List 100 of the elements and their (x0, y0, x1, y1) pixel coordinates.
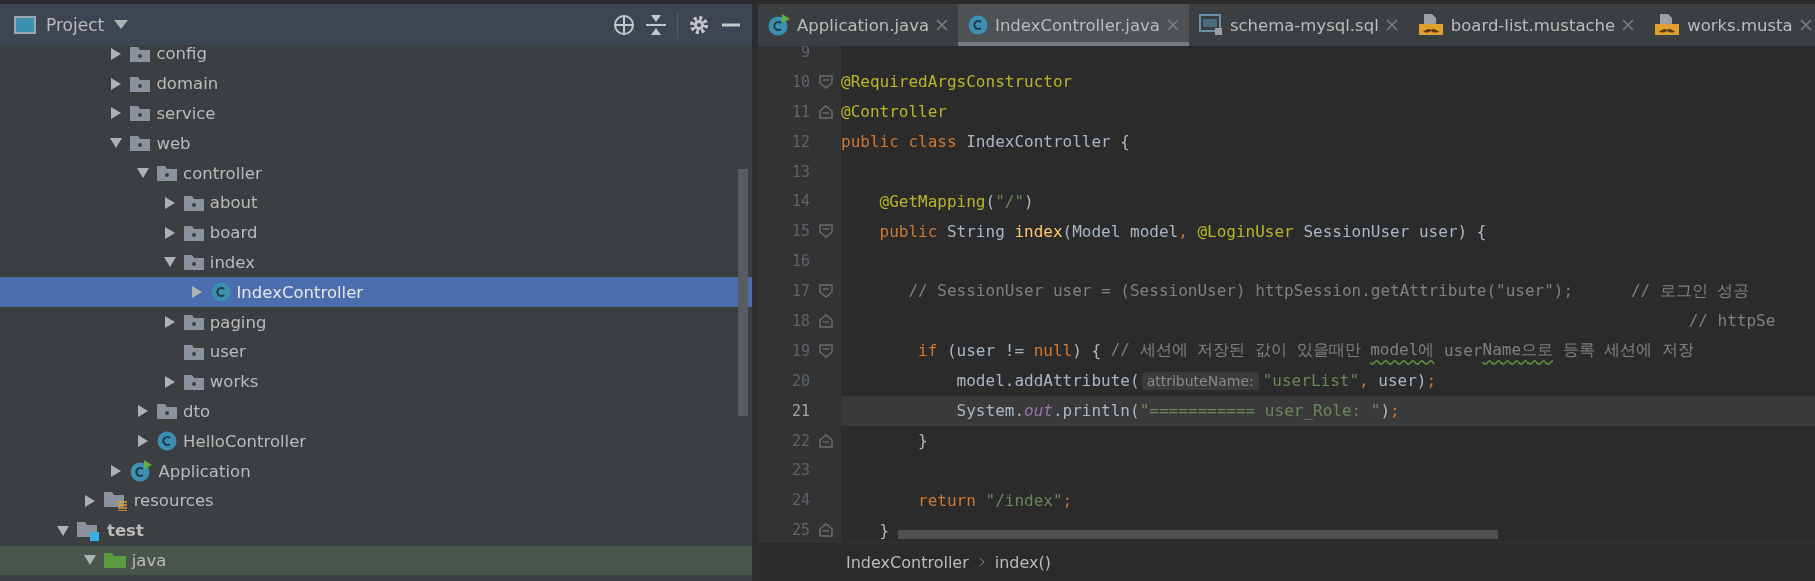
code-line: public class IndexController { (841, 131, 1130, 154)
class-icon (968, 15, 988, 35)
tree-item-label: resources (133, 491, 214, 511)
folder-icon (183, 194, 204, 211)
chevron-icon (978, 557, 985, 567)
expanded-arrow-icon[interactable] (109, 137, 124, 150)
class-icon (210, 282, 231, 303)
editor-tab[interactable]: IndexController.java (958, 4, 1189, 46)
tree-item[interactable]: paging (0, 307, 752, 337)
code-line: if (user != null) { // 세션에 저장된 값이 있을때만 model에 userName으로 등록 세션에 저장 (917, 339, 1694, 363)
expanded-arrow-icon[interactable] (136, 167, 151, 180)
locate-icon[interactable] (613, 13, 635, 36)
caret-icon[interactable] (114, 20, 129, 29)
expanded-arrow-icon[interactable] (56, 524, 70, 537)
folder-icon (103, 552, 126, 569)
folder-icon (130, 75, 151, 92)
tree-item-label: paging (209, 312, 267, 332)
breadcrumb[interactable]: index() (994, 552, 1051, 572)
tree-item[interactable]: IndexController (0, 277, 752, 308)
fold-marker-icon[interactable] (818, 104, 833, 119)
tree-item-label: web (156, 133, 191, 153)
tree-item-label: config (156, 45, 207, 64)
tree-item[interactable]: about (0, 188, 752, 218)
code-line: // httpSe (1687, 310, 1776, 333)
collapsed-arrow-icon[interactable] (110, 464, 123, 479)
folder-icon (130, 135, 151, 152)
tree-item[interactable]: resources (0, 485, 752, 516)
tree-item[interactable]: board (0, 217, 752, 248)
tree-item[interactable]: dto (0, 396, 752, 427)
collapsed-arrow-icon[interactable] (83, 493, 96, 508)
collapsed-arrow-icon[interactable] (163, 225, 176, 240)
collapsed-arrow-icon[interactable] (137, 404, 150, 419)
tree-item[interactable]: user (0, 336, 752, 367)
fold-marker-icon[interactable] (818, 284, 833, 299)
tree-item[interactable]: Application (0, 456, 752, 486)
fold-marker-icon[interactable] (818, 224, 833, 239)
module-folder-icon (77, 520, 101, 541)
window-icon (14, 15, 36, 34)
tree-item-label: service (156, 104, 216, 123)
tree-item[interactable]: index (0, 247, 752, 278)
collapsed-arrow-icon[interactable] (163, 374, 176, 389)
folder-icon (183, 224, 204, 241)
folder-icon (130, 45, 151, 62)
scrollbar-thumb[interactable] (738, 169, 748, 416)
code-line: @RequiredArgsConstructor (841, 71, 1073, 94)
collapsed-arrow-icon[interactable] (163, 195, 176, 210)
resources-folder-icon (103, 490, 128, 511)
tree-item-label: about (209, 193, 258, 213)
tree-item[interactable]: web (0, 128, 752, 159)
folder-icon (183, 343, 204, 360)
expanded-arrow-icon[interactable] (82, 554, 97, 567)
code-line: } (917, 430, 928, 452)
fold-marker-icon[interactable] (818, 313, 833, 328)
fold-marker-icon[interactable] (818, 74, 833, 89)
fold-marker-icon[interactable] (818, 433, 833, 448)
class-run-icon (768, 14, 790, 36)
folder-icon (183, 373, 204, 390)
tree-item-label: test (107, 521, 144, 541)
folder-icon (130, 105, 151, 122)
tree-item[interactable]: controller (0, 158, 752, 188)
tree-item-label: works (209, 372, 259, 392)
collapsed-arrow-icon[interactable] (110, 106, 123, 121)
folder-icon (157, 403, 178, 420)
collapse-all-icon[interactable] (645, 13, 667, 36)
collapsed-arrow-icon[interactable] (163, 315, 176, 330)
collapsed-arrow-icon[interactable] (110, 76, 123, 91)
tree-item-label: HelloController (183, 431, 307, 451)
panel-title: Project (46, 14, 105, 35)
mustache-file-icon (1654, 14, 1681, 36)
tree-item[interactable]: domain (0, 68, 752, 99)
tree-item[interactable]: works (0, 366, 752, 397)
tree-item-label: IndexController (236, 282, 364, 302)
collapsed-arrow-icon[interactable] (137, 434, 150, 449)
tree-item-label: domain (156, 74, 219, 94)
tree-item-label: Application (158, 461, 251, 481)
tree-item[interactable]: service (0, 98, 752, 129)
close-icon[interactable] (1622, 19, 1635, 31)
tree-item[interactable]: config (0, 45, 752, 69)
fold-marker-icon[interactable] (818, 343, 833, 358)
fold-marker-icon[interactable] (818, 523, 833, 538)
tree-item[interactable]: test (0, 515, 752, 546)
breadcrumb[interactable]: IndexController (846, 552, 969, 572)
collapsed-arrow-icon[interactable] (110, 46, 123, 61)
folder-icon (183, 314, 204, 331)
code-line: model.addAttribute( attributeName: "userList", user); (955, 370, 1437, 393)
close-icon[interactable] (1799, 19, 1812, 31)
class-icon (157, 431, 178, 452)
code-line: public String index(Model model, @LoginUser SessionUser user) { (878, 220, 1487, 243)
tree-item-label: dto (183, 401, 211, 421)
folder-icon (183, 254, 204, 271)
tree-item[interactable]: HelloController (0, 426, 752, 457)
expanded-arrow-icon[interactable] (162, 256, 177, 269)
tree-item[interactable]: java (0, 545, 752, 576)
tree-item-label: java (131, 550, 167, 570)
class-run-icon (130, 460, 153, 483)
close-icon[interactable] (1385, 19, 1398, 31)
horizontal-scrollbar[interactable] (898, 530, 1498, 539)
code-line: } (878, 519, 890, 542)
settings-icon[interactable] (688, 13, 710, 36)
close-icon[interactable] (936, 19, 948, 31)
